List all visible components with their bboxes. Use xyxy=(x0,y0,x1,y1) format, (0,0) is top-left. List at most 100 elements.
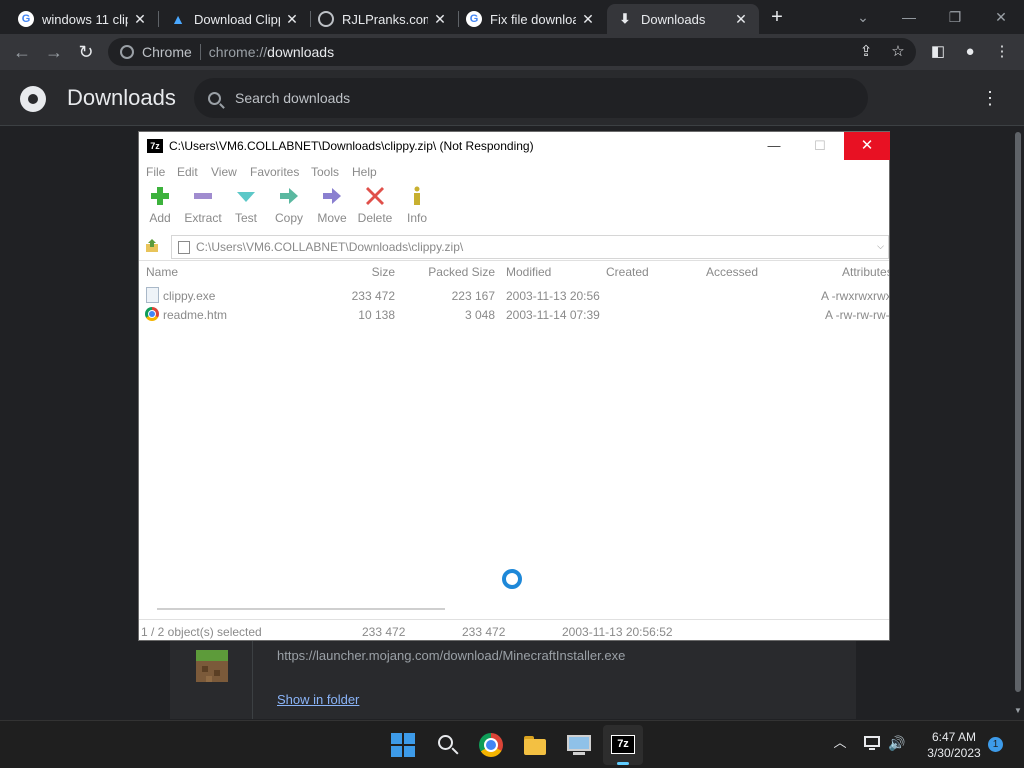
back-button[interactable]: ← xyxy=(10,40,34,64)
table-row[interactable]: clippy.exe 233 472 223 167 2003-11-13 20… xyxy=(139,286,889,305)
tab-download-clippy[interactable]: ▲ Download Clippy ✕ xyxy=(160,4,310,34)
show-hidden-icons-chevron-icon[interactable]: ︿ xyxy=(832,735,848,751)
browser-toolbar: ← → ↻ Chrome chrome:// downloads ⇪ ☆ ◧ ●… xyxy=(0,34,1024,70)
clock-date: 3/30/2023 xyxy=(927,746,981,760)
horizontal-scrollbar[interactable] xyxy=(157,608,445,610)
tab-downloads[interactable]: ⬇ Downloads ✕ xyxy=(607,4,759,34)
download-url[interactable]: https://launcher.mojang.com/download/Min… xyxy=(277,648,625,663)
extract-button[interactable]: Extract xyxy=(181,186,225,230)
column-header-accessed[interactable]: Accessed xyxy=(706,265,758,279)
chrome-taskbar-icon[interactable] xyxy=(479,733,503,757)
archive-file-icon xyxy=(178,240,190,254)
minimize-button[interactable]: — xyxy=(751,132,797,160)
menu-favorites[interactable]: Favorites xyxy=(250,165,299,179)
chevron-down-icon[interactable]: ⌵ xyxy=(877,241,884,252)
info-button[interactable]: Info xyxy=(395,186,439,230)
page-scrollbar[interactable]: ▼ xyxy=(1012,126,1024,720)
file-attributes: A -rw-rw-rw- xyxy=(825,308,889,322)
start-button[interactable] xyxy=(391,733,415,757)
scrollbar-thumb[interactable] xyxy=(1015,132,1021,692)
info-label: Info xyxy=(406,211,427,225)
path-field[interactable]: C:\Users\VM6.COLLABNET\Downloads\clippy.… xyxy=(171,235,889,259)
side-panel-icon[interactable]: ◧ xyxy=(928,42,948,62)
tab-fix-file-download[interactable]: G Fix file download ✕ xyxy=(456,4,606,34)
column-header-modified[interactable]: Modified xyxy=(506,265,551,279)
notification-badge[interactable]: 1 xyxy=(988,737,1003,752)
scroll-down-arrow-icon[interactable]: ▼ xyxy=(1014,706,1022,715)
control-panel-icon[interactable] xyxy=(567,733,591,757)
column-header-packed-size[interactable]: Packed Size xyxy=(409,265,495,279)
tab-separator xyxy=(158,11,159,27)
show-in-folder-link[interactable]: Show in folder xyxy=(277,692,359,707)
maximize-button[interactable]: ☐ xyxy=(797,132,843,160)
file-explorer-icon[interactable] xyxy=(523,733,547,757)
clock[interactable]: 6:47 AM 3/30/2023 xyxy=(914,729,994,761)
minimize-button[interactable]: — xyxy=(886,6,932,28)
bookmark-star-icon[interactable]: ☆ xyxy=(888,42,908,62)
column-header-attributes[interactable]: Attributes xyxy=(842,265,889,279)
extract-icon xyxy=(194,193,212,199)
extract-label: Extract xyxy=(184,211,222,225)
move-icon xyxy=(323,188,341,204)
search-icon[interactable] xyxy=(436,733,460,757)
restore-button[interactable]: ❐ xyxy=(932,6,978,28)
search-input[interactable] xyxy=(235,90,835,106)
reload-button[interactable]: ↻ xyxy=(74,40,98,64)
copy-button[interactable]: Copy xyxy=(267,186,311,230)
window-close-button[interactable]: ✕ xyxy=(978,6,1024,28)
address-bar[interactable]: Chrome chrome:// downloads xyxy=(108,38,916,66)
folder-up-icon[interactable] xyxy=(145,239,159,253)
menu-tools[interactable]: Tools xyxy=(311,165,339,179)
download-icon: ⬇ xyxy=(619,11,631,26)
file-attributes: A -rwxrwxrwx xyxy=(821,289,889,303)
profile-avatar-icon[interactable]: ● xyxy=(960,42,980,62)
add-label: Add xyxy=(149,211,171,225)
7zip-taskbar-button[interactable]: 7z xyxy=(603,725,643,765)
delete-button[interactable]: Delete xyxy=(353,186,397,230)
close-icon[interactable]: ✕ xyxy=(580,11,596,28)
menu-file[interactable]: File xyxy=(146,165,165,179)
close-icon[interactable]: ✕ xyxy=(432,11,448,28)
menu-edit[interactable]: Edit xyxy=(177,165,198,179)
add-button[interactable]: Add xyxy=(138,186,182,230)
status-packed: 233 472 xyxy=(462,625,506,639)
window-title-bar[interactable]: 7z C:\Users\VM6.COLLABNET\Downloads\clip… xyxy=(139,132,890,160)
menu-help[interactable]: Help xyxy=(352,165,377,179)
google-icon: G xyxy=(466,11,482,27)
move-button[interactable]: Move xyxy=(310,186,354,230)
add-icon xyxy=(151,187,169,205)
test-button[interactable]: Test xyxy=(224,186,268,230)
file-name: readme.htm xyxy=(163,308,228,322)
close-icon[interactable]: ✕ xyxy=(132,11,148,28)
clock-time: 6:47 AM xyxy=(931,730,977,744)
more-options-icon[interactable]: ⋮ xyxy=(980,88,1000,108)
tab-windows-11-clippy[interactable]: G windows 11 clippy ✕ xyxy=(8,4,158,34)
search-bar[interactable] xyxy=(194,78,868,118)
close-icon[interactable]: ✕ xyxy=(284,11,300,28)
new-tab-button[interactable]: + xyxy=(766,6,788,28)
file-name: clippy.exe xyxy=(163,289,216,303)
close-icon[interactable]: ✕ xyxy=(733,11,749,28)
share-icon[interactable]: ⇪ xyxy=(856,42,876,62)
tab-search-chevron-icon[interactable]: ⌄ xyxy=(840,6,886,28)
window-title: C:\Users\VM6.COLLABNET\Downloads\clippy.… xyxy=(169,139,534,153)
menu-view[interactable]: View xyxy=(211,165,237,179)
chrome-menu-icon[interactable]: ⋮ xyxy=(992,42,1012,62)
table-row[interactable]: readme.htm 10 138 3 048 2003-11-14 07:39… xyxy=(139,305,889,324)
network-icon[interactable] xyxy=(864,735,882,751)
chrome-html-file-icon xyxy=(145,307,159,321)
forward-button[interactable]: → xyxy=(42,40,66,64)
status-modified: 2003-11-13 20:56:52 xyxy=(562,625,673,639)
file-modified: 2003-11-14 07:39 xyxy=(506,308,600,322)
volume-icon[interactable]: 🔊 xyxy=(888,735,906,751)
file-packed-size: 3 048 xyxy=(464,308,495,322)
column-header-size[interactable]: Size xyxy=(339,265,395,279)
toolbar: Add Extract Test Copy Move Delete Info xyxy=(139,182,889,232)
chrome-site-icon xyxy=(120,45,134,59)
tab-rjlpranks[interactable]: RJLPranks.com - ✕ xyxy=(308,4,458,34)
column-header-name[interactable]: Name xyxy=(146,265,178,279)
close-button[interactable]: ✕ xyxy=(844,132,890,160)
tab-label: Downloads xyxy=(641,11,706,27)
column-header-created[interactable]: Created xyxy=(606,265,649,279)
copy-label: Copy xyxy=(274,211,303,225)
